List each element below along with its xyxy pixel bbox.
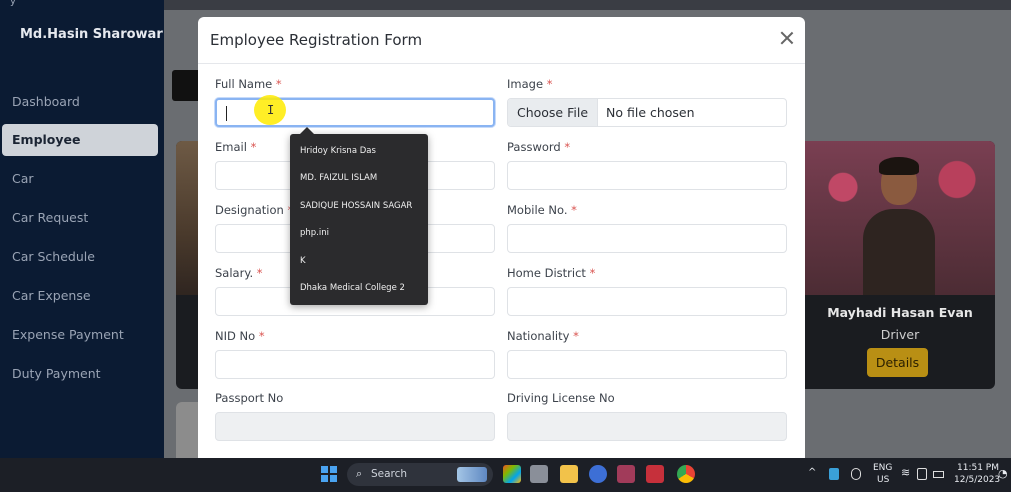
notification-bell-icon[interactable]: ◔	[998, 467, 1008, 480]
battery-icon[interactable]	[933, 471, 944, 478]
person-figure	[863, 157, 935, 295]
password-field[interactable]	[507, 161, 787, 190]
autocomplete-item[interactable]: K	[290, 248, 428, 275]
nationality-label: Nationality *	[507, 329, 579, 343]
app-icon[interactable]	[646, 465, 664, 483]
employee-photo	[176, 141, 200, 295]
chrome-icon[interactable]	[677, 465, 695, 483]
autocomplete-dropdown: Hridoy Krisna Das MD. FAIZUL ISLAM SADIQ…	[290, 127, 428, 305]
search-label: Search	[371, 468, 408, 480]
employee-name: Mayhadi Hasan Evan	[827, 305, 973, 320]
autocomplete-item[interactable]: php.ini	[290, 220, 428, 247]
search-icon: ⌕	[356, 467, 363, 480]
driving-license-label: Driving License No	[507, 391, 615, 405]
sidebar-item-car-schedule[interactable]: Car Schedule	[2, 241, 158, 273]
employee-card	[176, 141, 200, 389]
nationality-field[interactable]	[507, 350, 787, 379]
salary-label: Salary. *	[215, 266, 263, 280]
app-icon[interactable]	[589, 465, 607, 483]
autocomplete-item[interactable]: MD. FAIZUL ISLAM	[290, 165, 428, 192]
autocomplete-item[interactable]: Dhaka Medical College 2	[290, 275, 428, 302]
chevron-up-icon[interactable]: ^	[808, 467, 816, 478]
employee-card	[176, 402, 200, 458]
employee-card: Mayhadi Hasan Evan Driver Details	[805, 141, 995, 389]
clock-date[interactable]: 12/5/2023	[954, 475, 1000, 485]
passport-label: Passport No	[215, 391, 284, 405]
email-label: Email *	[215, 140, 257, 154]
taskbar-search[interactable]: ⌕ Search	[347, 463, 493, 486]
clock-time[interactable]: 11:51 PM	[957, 463, 999, 473]
sidebar-item-duty-payment[interactable]: Duty Payment	[2, 358, 158, 390]
wifi-icon[interactable]: ≋	[901, 466, 910, 479]
employee-photo	[805, 141, 995, 295]
autocomplete-item[interactable]: Hridoy Krisna Das	[290, 138, 428, 165]
search-highlight-icon	[457, 467, 487, 482]
modal-title: Employee Registration Form	[210, 31, 423, 49]
sidebar-item-car[interactable]: Car	[2, 163, 158, 195]
lang-line2[interactable]: US	[877, 475, 889, 485]
nid-field[interactable]	[215, 350, 495, 379]
close-icon[interactable]	[779, 30, 795, 46]
app-icon[interactable]	[617, 465, 635, 483]
passport-field[interactable]	[215, 412, 495, 441]
employee-role: Driver	[880, 327, 920, 342]
ibeam-cursor-icon: I	[267, 103, 275, 117]
choose-file-button[interactable]: Choose File	[508, 99, 598, 126]
file-status: No file chosen	[606, 105, 695, 120]
volume-icon[interactable]	[917, 468, 927, 480]
sidebar-item-car-expense[interactable]: Car Expense	[2, 280, 158, 312]
password-label: Password *	[507, 140, 571, 154]
sidebar-item-dashboard[interactable]: Dashboard	[2, 86, 158, 118]
copilot-icon[interactable]	[503, 465, 521, 483]
microphone-icon[interactable]	[851, 468, 861, 480]
lang-line1[interactable]: ENG	[873, 463, 892, 473]
mobile-field[interactable]	[507, 224, 787, 253]
defender-icon[interactable]	[829, 468, 839, 480]
user-name: Md.Hasin Sharowar	[20, 27, 163, 42]
driving-license-field[interactable]	[507, 412, 787, 441]
text-caret	[226, 106, 227, 121]
full-name-label: Full Name *	[215, 77, 282, 91]
sidebar-top-glyph: y	[10, 0, 16, 7]
sidebar-item-car-request[interactable]: Car Request	[2, 202, 158, 234]
file-explorer-icon[interactable]	[560, 465, 578, 483]
taskbar: ⌕ Search ^ ENG US ≋ 11:51 PM 12/5/2023 ◔	[0, 458, 1011, 492]
image-label: Image *	[507, 77, 553, 91]
sidebar: y Md.Hasin Sharowar Dashboard Employee C…	[0, 0, 164, 458]
designation-label: Designation *	[215, 203, 293, 217]
image-file-input[interactable]: Choose File No file chosen	[507, 98, 787, 127]
task-view-icon[interactable]	[530, 465, 548, 483]
autocomplete-item[interactable]: SADIQUE HOSSAIN SAGAR	[290, 193, 428, 220]
sidebar-item-expense-payment[interactable]: Expense Payment	[2, 319, 158, 351]
modal-header: Employee Registration Form	[198, 17, 805, 64]
mobile-label: Mobile No. *	[507, 203, 577, 217]
home-district-label: Home District *	[507, 266, 596, 280]
details-button[interactable]: Details	[867, 348, 928, 377]
windows-start-icon[interactable]	[321, 466, 337, 482]
nid-label: NID No *	[215, 329, 265, 343]
sidebar-item-employee[interactable]: Employee	[2, 124, 158, 156]
home-district-field[interactable]	[507, 287, 787, 316]
